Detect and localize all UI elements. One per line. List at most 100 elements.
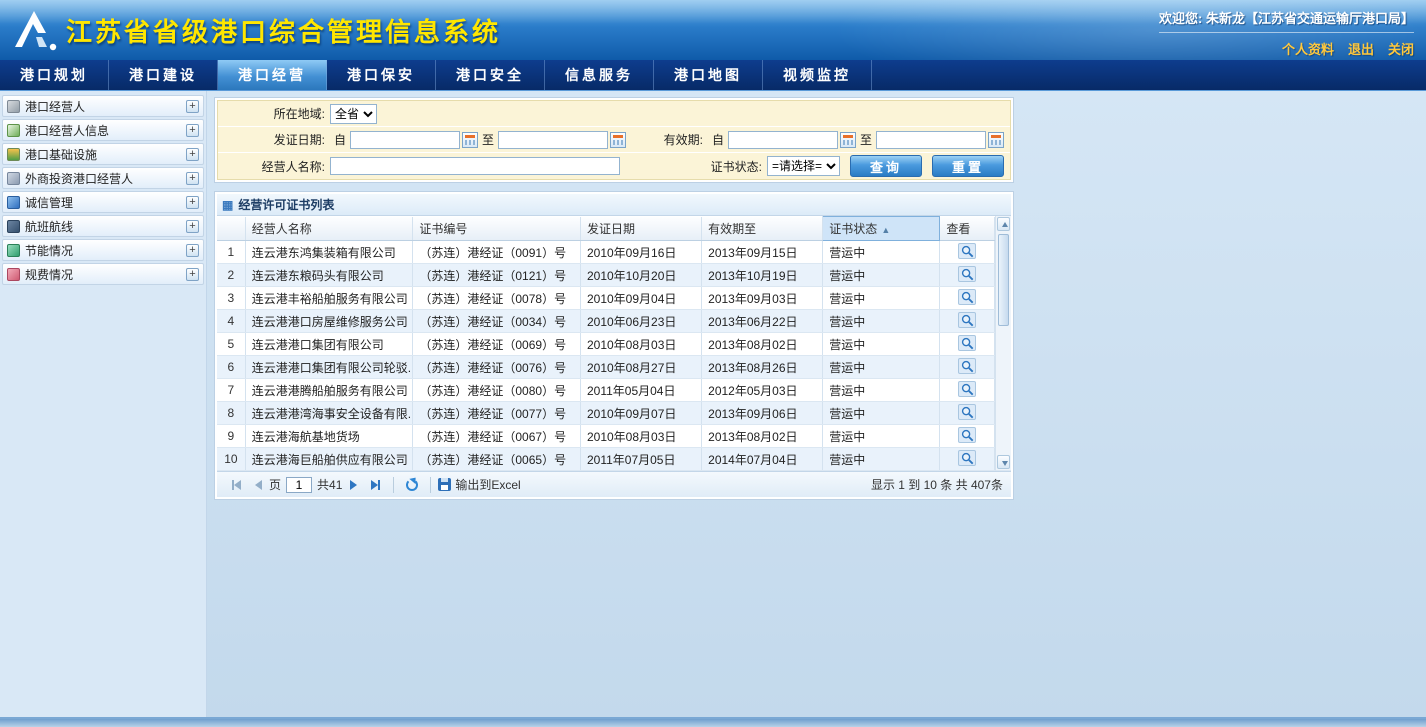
col-header-issue[interactable]: 发证日期 xyxy=(580,217,701,241)
view-magnifier-icon[interactable] xyxy=(958,289,976,305)
nav-tab-7[interactable]: 港口地图 xyxy=(654,60,763,90)
calendar-icon[interactable] xyxy=(610,132,626,148)
form-row-name-status: 经营人名称: 证书状态: =请选择= 查询 重置 xyxy=(218,153,1010,179)
nav-tab-8[interactable]: 视频监控 xyxy=(763,60,872,90)
sidebar-item-8[interactable]: 规费情况+ xyxy=(2,263,204,285)
sidebar-item-4[interactable]: 外商投资港口经营人+ xyxy=(2,167,204,189)
view-magnifier-icon[interactable] xyxy=(958,243,976,259)
header-link-3[interactable]: 关闭 xyxy=(1388,42,1414,57)
app-root: 江苏省省级港口综合管理信息系统 欢迎您: 朱新龙【江苏省交通运输厅港口局】 个人… xyxy=(0,0,1426,727)
export-excel-button[interactable]: 输出到Excel xyxy=(438,476,520,493)
last-page-button[interactable] xyxy=(366,476,384,494)
expand-plus-icon[interactable]: + xyxy=(186,148,199,161)
pagination-bar: 页 共41 输出到Excel 显示 1 到 10 条 共 407条 xyxy=(217,471,1011,497)
valid-until-cell: 2012年05月03日 xyxy=(702,379,823,402)
valid-until-cell: 2013年08月02日 xyxy=(702,425,823,448)
form-row-region: 所在地域: 全省 xyxy=(218,101,1010,127)
issue-date-cell: 2010年09月04日 xyxy=(580,287,701,310)
issue-date-from-input[interactable] xyxy=(350,131,460,149)
row-number: 1 xyxy=(217,241,245,264)
validity-to-input[interactable] xyxy=(876,131,986,149)
expand-plus-icon[interactable]: + xyxy=(186,172,199,185)
nav-tab-4[interactable]: 港口保安 xyxy=(327,60,436,90)
sidebar-item-1[interactable]: 港口经营人+ xyxy=(2,95,204,117)
col-header-valid[interactable]: 有效期至 xyxy=(702,217,823,241)
foreign-investment-icon xyxy=(7,172,20,185)
header-link-2[interactable]: 退出 xyxy=(1348,42,1374,57)
view-cell xyxy=(940,425,995,448)
sidebar-item-2[interactable]: 港口经营人信息+ xyxy=(2,119,204,141)
refresh-button[interactable] xyxy=(403,476,421,494)
grid-panel: 经营许可证书列表 经营人名称 证书编号 发证 xyxy=(214,191,1014,500)
nav-tab-5[interactable]: 港口安全 xyxy=(436,60,545,90)
sidebar-item-6[interactable]: 航班航线+ xyxy=(2,215,204,237)
col-header-cert[interactable]: 证书编号 xyxy=(413,217,581,241)
view-magnifier-icon[interactable] xyxy=(958,358,976,374)
expand-plus-icon[interactable]: + xyxy=(186,196,199,209)
operator-name-cell: 连云港东粮码头有限公司 xyxy=(245,264,413,287)
next-page-button[interactable] xyxy=(344,476,362,494)
grid-title-bar: 经营许可证书列表 xyxy=(217,194,1011,216)
col-header-status[interactable]: 证书状态▲ xyxy=(823,217,940,241)
logo-sail-icon xyxy=(8,7,62,53)
expand-plus-icon[interactable]: + xyxy=(186,220,199,233)
region-select[interactable]: 全省 xyxy=(330,104,377,124)
issue-date-cell: 2011年07月05日 xyxy=(580,448,701,471)
issue-date-cell: 2011年05月04日 xyxy=(580,379,701,402)
sidebar-item-label: 港口经营人信息 xyxy=(25,122,186,139)
issue-date-cell: 2010年09月07日 xyxy=(580,402,701,425)
expand-plus-icon[interactable]: + xyxy=(186,244,199,257)
first-page-button[interactable] xyxy=(227,476,245,494)
scroll-down-icon[interactable] xyxy=(997,455,1010,469)
valid-until-cell: 2013年06月22日 xyxy=(702,310,823,333)
view-magnifier-icon[interactable] xyxy=(958,450,976,466)
sidebar-item-5[interactable]: 诚信管理+ xyxy=(2,191,204,213)
vertical-scrollbar[interactable] xyxy=(995,216,1011,471)
energy-saving-icon xyxy=(7,244,20,257)
issue-date-to-input[interactable] xyxy=(498,131,608,149)
status-select[interactable]: =请选择= xyxy=(767,156,840,176)
expand-plus-icon[interactable]: + xyxy=(186,124,199,137)
page-number-input[interactable] xyxy=(286,477,312,493)
calendar-icon[interactable] xyxy=(988,132,1004,148)
view-magnifier-icon[interactable] xyxy=(958,427,976,443)
query-button[interactable]: 查询 xyxy=(850,155,922,177)
scrollbar-thumb[interactable] xyxy=(998,234,1009,326)
validity-from-input[interactable] xyxy=(728,131,838,149)
nav-tab-1[interactable]: 港口规划 xyxy=(0,60,109,90)
view-magnifier-icon[interactable] xyxy=(958,266,976,282)
table-row: 3连云港丰裕船舶服务有限公司（苏连）港经证（0078）号2010年09月04日2… xyxy=(217,287,995,310)
header-link-1[interactable]: 个人资料 xyxy=(1282,42,1334,57)
validity-to-label: 至 xyxy=(860,131,872,148)
sidebar-item-3[interactable]: 港口基础设施+ xyxy=(2,143,204,165)
operator-name-input[interactable] xyxy=(330,157,620,175)
main-nav: 港口规划港口建设港口经营港口保安港口安全信息服务港口地图视频监控 xyxy=(0,60,1426,91)
operator-name-cell: 连云港港腾船舶服务有限公司 xyxy=(245,379,413,402)
scroll-up-icon[interactable] xyxy=(997,217,1010,231)
nav-tab-3[interactable]: 港口经营 xyxy=(218,60,327,90)
view-magnifier-icon[interactable] xyxy=(958,381,976,397)
sidebar-item-7[interactable]: 节能情况+ xyxy=(2,239,204,261)
expand-plus-icon[interactable]: + xyxy=(186,100,199,113)
nav-tab-2[interactable]: 港口建设 xyxy=(109,60,218,90)
reset-button[interactable]: 重置 xyxy=(932,155,1004,177)
view-magnifier-icon[interactable] xyxy=(958,404,976,420)
issue-to-label: 至 xyxy=(482,131,494,148)
expand-plus-icon[interactable]: + xyxy=(186,268,199,281)
nav-tab-6[interactable]: 信息服务 xyxy=(545,60,654,90)
view-magnifier-icon[interactable] xyxy=(958,312,976,328)
prev-page-button[interactable] xyxy=(249,476,267,494)
view-cell xyxy=(940,356,995,379)
grid-title: 经营许可证书列表 xyxy=(238,196,334,213)
col-header-view: 查看 xyxy=(940,217,995,241)
app-header: 江苏省省级港口综合管理信息系统 欢迎您: 朱新龙【江苏省交通运输厅港口局】 个人… xyxy=(0,0,1426,60)
certificate-number-cell: （苏连）港经证（0034）号 xyxy=(413,310,581,333)
view-magnifier-icon[interactable] xyxy=(958,335,976,351)
sidebar-item-label: 节能情况 xyxy=(25,242,186,259)
col-header-name[interactable]: 经营人名称 xyxy=(245,217,413,241)
status-label: 证书状态: xyxy=(689,158,767,175)
operator-name-cell: 连云港港口集团有限公司 xyxy=(245,333,413,356)
calendar-icon[interactable] xyxy=(462,132,478,148)
operator-info-icon xyxy=(7,124,20,137)
calendar-icon[interactable] xyxy=(840,132,856,148)
